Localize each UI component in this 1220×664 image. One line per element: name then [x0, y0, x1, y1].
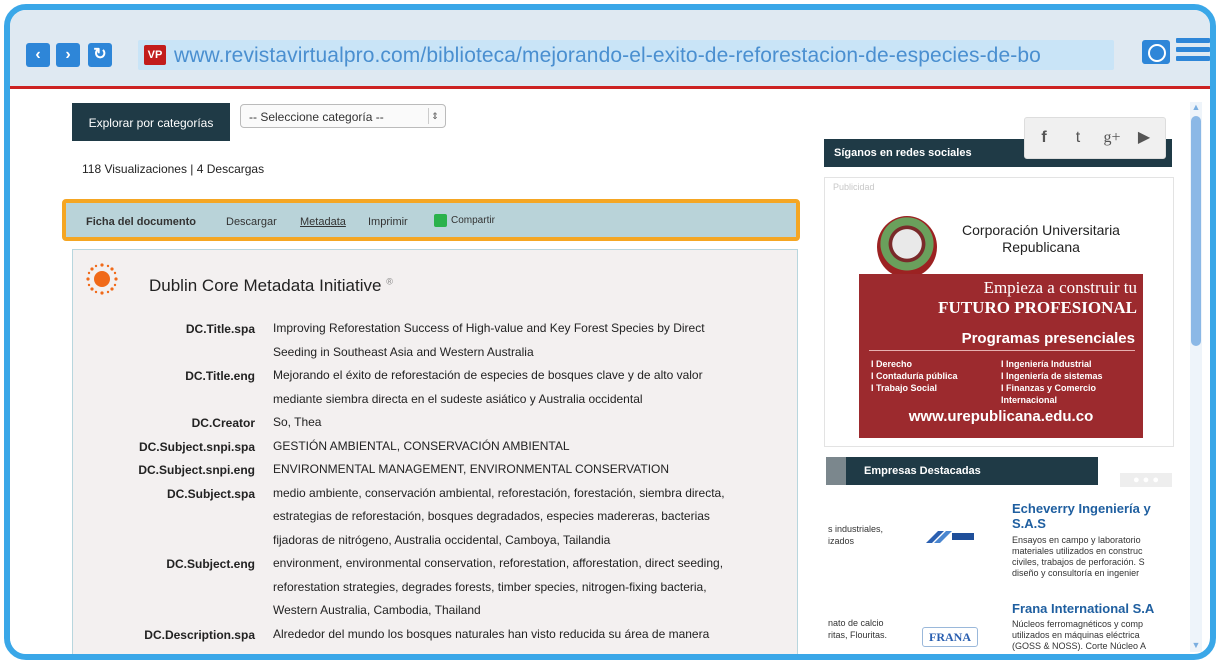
menu-icon[interactable] — [1176, 38, 1210, 66]
company-left-text: nato de calcio ritas, Flouritas. — [828, 618, 888, 640]
metadata-value-line: So, Thea — [273, 415, 322, 429]
ad-website: www.urepublicana.edu.co — [908, 408, 1094, 425]
metadata-value-line: Seeding in Southeast Asia and Western Au… — [273, 344, 534, 359]
metadata-value-line: medio ambiente, conservación ambiental, … — [273, 485, 725, 500]
scroll-up-icon[interactable]: ▲ — [1190, 102, 1202, 114]
document-stats: 118 Visualizaciones | 4 Descargas — [82, 162, 265, 176]
category-select[interactable]: -- Seleccione categoría -- ⇕ — [240, 104, 446, 128]
university-crest-icon — [877, 216, 937, 278]
empresas-header: Empresas Destacadas — [826, 457, 1098, 485]
metadata-value: ENVIRONMENTAL MANAGEMENT, ENVIRONMENTAL … — [273, 462, 793, 482]
ad-headline-1: Empieza a construir tu — [983, 278, 1137, 297]
tab-ficha[interactable]: Ficha del documento — [86, 216, 196, 228]
metadata-value-line: Mejorando el éxito de reforestación de e… — [273, 368, 703, 382]
advertisement[interactable]: Publicidad Corporación Universitaria Rep… — [824, 177, 1174, 447]
tab-metadata[interactable]: Metadata — [300, 216, 346, 228]
document-tabs: Ficha del documento Descargar Metadata I… — [62, 199, 800, 241]
company-description: Núcleos ferromagnéticos y comp utilizado… — [1012, 619, 1147, 651]
metadata-value: GESTIÓN AMBIENTAL, CONSERVACIÓN AMBIENTA… — [273, 439, 793, 459]
vertical-scrollbar[interactable]: ▲ ▼ — [1190, 102, 1202, 652]
program-item: I Contaduría pública — [871, 371, 958, 381]
share-label: Compartir — [451, 215, 495, 227]
metadata-panel: Dublin Core Metadata Initiative ® DC.Tit… — [72, 249, 798, 654]
window-icon[interactable] — [1142, 40, 1170, 64]
programs-title: Programas presenciales — [961, 330, 1135, 347]
university-name: Corporación Universitaria Republicana — [962, 222, 1120, 255]
explore-categories-button[interactable]: Explorar por categorías — [72, 103, 230, 141]
metadata-value-line: Alrededor del mundo los bosques naturale… — [273, 626, 710, 641]
metadata-value-line: Improving Reforestation Success of High-… — [273, 321, 705, 335]
tab-compartir[interactable]: Compartir — [434, 214, 495, 227]
empresas-title: Empresas Destacadas — [864, 465, 981, 477]
metadata-value-line: GESTIÓN AMBIENTAL, CONSERVACIÓN AMBIENTA… — [273, 438, 570, 453]
metadata-value: So, Thea — [273, 415, 793, 435]
carousel-dots[interactable]: ● ● ● — [1120, 473, 1172, 487]
metadata-label: DC.Creator — [191, 416, 255, 430]
metadata-value: Mejorando el éxito de reforestación de e… — [273, 368, 793, 411]
metadata-value-line: mediante siembra directa en el sudeste a… — [273, 391, 643, 406]
program-item: I Finanzas y Comercio Internacional — [1001, 383, 1097, 405]
metadata-value-line: reforestation strategies, degrades fores… — [273, 579, 707, 594]
empresas-list: s industriales, izados Echeverry Ingenie… — [824, 493, 1172, 654]
back-button[interactable]: ‹ — [26, 43, 50, 67]
social-icons: f t g+ ▶ — [1024, 117, 1166, 159]
youtube-icon[interactable]: ▶ — [1131, 126, 1157, 150]
twitter-icon[interactable]: t — [1065, 126, 1091, 150]
dublin-core-logo-icon — [86, 263, 118, 295]
tab-imprimir[interactable]: Imprimir — [368, 216, 408, 228]
header-accent — [826, 457, 846, 485]
metadata-value: Alrededor del mundo los bosques naturale… — [273, 627, 793, 647]
echeverry-logo-icon[interactable] — [922, 527, 976, 545]
share-icon — [434, 214, 447, 227]
dc-title-text: Dublin Core Metadata Initiative — [149, 276, 382, 295]
google-plus-icon[interactable]: g+ — [1099, 126, 1125, 150]
metadata-value-line: fijadoras de nitrógeno, Australia occide… — [273, 532, 611, 547]
scroll-down-icon[interactable]: ▼ — [1190, 640, 1202, 652]
company-name[interactable]: Frana International S.A — [1012, 601, 1154, 616]
program-item: I Ingeniería Industrial — [1001, 359, 1092, 369]
page-content: Explorar por categorías -- Seleccione ca… — [10, 89, 1186, 654]
program-item: I Derecho — [871, 359, 913, 369]
browser-toolbar: ‹ › ↻ VP www.revistavirtualpro.com/bibli… — [10, 10, 1210, 89]
program-item: I Ingeniería de sistemas — [1001, 371, 1103, 381]
scrollbar-thumb[interactable] — [1191, 116, 1201, 346]
metadata-value-line: environment, environmental conservation,… — [273, 556, 724, 570]
metadata-label: DC.Subject.eng — [166, 557, 255, 571]
ad-divider — [869, 350, 1135, 351]
company-name[interactable]: Echeverry Ingeniería y S.A.S — [1012, 501, 1172, 531]
metadata-label: DC.Subject.spa — [166, 486, 255, 501]
metadata-value-line: Western Australia, Cambodia, Thailand — [273, 603, 481, 617]
ad-headline-2: FUTURO PROFESIONAL — [938, 298, 1137, 317]
metadata-label: DC.Subject.snpi.eng — [138, 463, 255, 477]
company-description: Ensayos en campo y laboratorio materiale… — [1012, 535, 1145, 578]
metadata-label: DC.Subject.snpi.spa — [138, 439, 255, 454]
metadata-value: Improving Reforestation Success of High-… — [273, 321, 793, 364]
frana-logo-icon[interactable]: FRANA — [922, 627, 978, 647]
facebook-icon[interactable]: f — [1031, 126, 1057, 150]
ad-label: Publicidad — [833, 182, 875, 192]
metadata-label: DC.Title.spa — [185, 322, 255, 336]
metadata-value: medio ambiente, conservación ambiental, … — [273, 486, 793, 553]
category-select-value: -- Seleccione categoría -- — [249, 110, 384, 124]
metadata-value-line: ENVIRONMENTAL MANAGEMENT, ENVIRONMENTAL … — [273, 462, 670, 476]
url-text[interactable]: www.revistavirtualpro.com/biblioteca/mej… — [174, 44, 1041, 68]
ad-red-panel: Empieza a construir tu FUTURO PROFESIONA… — [859, 274, 1143, 438]
company-left-text: s industriales, izados — [828, 524, 884, 546]
select-arrows-icon: ⇕ — [428, 108, 441, 124]
forward-button[interactable]: › — [56, 43, 80, 67]
program-item: I Trabajo Social — [871, 383, 938, 393]
reload-button[interactable]: ↻ — [88, 43, 112, 67]
tab-descargar[interactable]: Descargar — [226, 216, 277, 228]
metadata-value-line: estrategias de reforestación, bosques de… — [273, 509, 710, 523]
metadata-label: DC.Title.eng — [185, 369, 255, 383]
dublin-core-title: Dublin Core Metadata Initiative ® — [149, 276, 393, 296]
registered-mark: ® — [386, 276, 393, 287]
browser-frame: ‹ › ↻ VP www.revistavirtualpro.com/bibli… — [4, 4, 1216, 660]
metadata-value: environment, environmental conservation,… — [273, 556, 793, 623]
metadata-label: DC.Description.spa — [144, 627, 255, 642]
site-favicon: VP — [144, 45, 166, 65]
